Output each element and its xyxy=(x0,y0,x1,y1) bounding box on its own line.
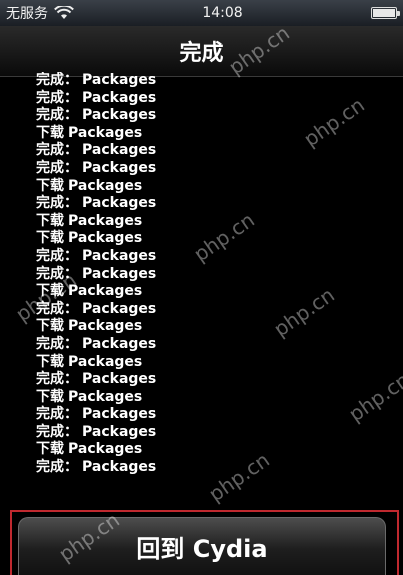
wifi-icon xyxy=(54,4,74,20)
log-line: 下载 Packages xyxy=(36,178,396,196)
battery-tip xyxy=(396,11,400,16)
log-line: 下载 Packages xyxy=(36,125,396,143)
log-package: Packages xyxy=(68,212,143,229)
log-status: 完成： xyxy=(36,406,78,423)
log-package: Packages xyxy=(68,388,143,405)
log-package: Packages xyxy=(82,107,157,124)
page-title: 完成 xyxy=(179,41,224,66)
log-package: Packages xyxy=(82,459,157,476)
time-label: 14:08 xyxy=(202,5,243,21)
log-package: Packages xyxy=(82,247,157,264)
status-left: 无服务 xyxy=(6,3,74,23)
log-package: Packages xyxy=(82,335,157,352)
log-package: Packages xyxy=(68,318,143,335)
status-bar: 无服务 14:08 xyxy=(0,0,403,26)
log-line: 下载 Packages xyxy=(36,213,396,231)
log-status: 下载 xyxy=(36,283,64,300)
log-line: 完成： Packages xyxy=(36,301,396,319)
log-status: 完成： xyxy=(36,89,78,106)
log-line: 完成： Packages xyxy=(36,266,396,284)
log-line: 完成： Packages xyxy=(36,406,396,424)
log-package: Packages xyxy=(68,283,143,300)
log-package: Packages xyxy=(82,406,157,423)
log-status: 完成： xyxy=(36,159,78,176)
log-package: Packages xyxy=(68,124,143,141)
log-line: 完成： Packages xyxy=(36,142,396,160)
log-status: 完成： xyxy=(36,247,78,264)
log-status: 完成： xyxy=(36,423,78,440)
log-status: 下载 xyxy=(36,230,64,247)
log-line: 下载 Packages xyxy=(36,318,396,336)
log-status: 下载 xyxy=(36,124,64,141)
install-log[interactable]: 完成： Packages 完成： Packages 完成： Packages 下载 Packa… xyxy=(36,72,396,480)
log-status: 完成： xyxy=(36,335,78,352)
log-package: Packages xyxy=(68,441,143,458)
log-status: 完成： xyxy=(36,72,78,88)
log-status: 完成： xyxy=(36,265,78,282)
log-package: Packages xyxy=(82,89,157,106)
log-line: 下载 Packages xyxy=(36,354,396,372)
log-line: 下载 Packages xyxy=(36,389,396,407)
return-button-label: 回到 Cydia xyxy=(136,535,268,563)
battery-icon xyxy=(370,7,400,19)
log-package: Packages xyxy=(82,371,157,388)
log-package: Packages xyxy=(82,300,157,317)
log-line: 完成： Packages xyxy=(36,107,396,125)
log-line: 完成： Packages xyxy=(36,72,396,90)
log-line: 下载 Packages xyxy=(36,230,396,248)
log-status: 完成： xyxy=(36,107,78,124)
carrier-label: 无服务 xyxy=(6,6,48,22)
log-package: Packages xyxy=(82,195,157,212)
return-to-cydia-button[interactable]: 回到 Cydia xyxy=(18,517,386,575)
battery-fill xyxy=(372,9,395,17)
log-line: 完成： Packages xyxy=(36,160,396,178)
log-status: 完成： xyxy=(36,142,78,159)
log-status: 下载 xyxy=(36,353,64,370)
log-package: Packages xyxy=(82,265,157,282)
log-package: Packages xyxy=(68,230,143,247)
log-status: 下载 xyxy=(36,177,64,194)
log-status: 完成： xyxy=(36,459,78,476)
log-line: 下载 Packages xyxy=(36,441,396,459)
log-status: 下载 xyxy=(36,212,64,229)
log-line: 完成： Packages xyxy=(36,424,396,442)
log-line: 完成： Packages xyxy=(36,248,396,266)
log-status: 完成： xyxy=(36,371,78,388)
log-package: Packages xyxy=(82,423,157,440)
log-package: Packages xyxy=(68,353,143,370)
nav-bar: 完成 xyxy=(0,26,403,77)
log-line: 完成： Packages xyxy=(36,90,396,108)
log-package: Packages xyxy=(82,159,157,176)
log-status: 下载 xyxy=(36,318,64,335)
log-status: 下载 xyxy=(36,441,64,458)
log-line: 完成： Packages xyxy=(36,371,396,389)
log-status: 完成： xyxy=(36,300,78,317)
log-package: Packages xyxy=(68,177,143,194)
log-line: 完成： Packages xyxy=(36,459,396,477)
log-package: Packages xyxy=(82,72,157,88)
log-line: 完成： Packages xyxy=(36,195,396,213)
log-line: 完成： Packages xyxy=(36,336,396,354)
log-package: Packages xyxy=(82,142,157,159)
log-line: 下载 Packages xyxy=(36,283,396,301)
log-status: 完成： xyxy=(36,195,78,212)
log-status: 下载 xyxy=(36,388,64,405)
